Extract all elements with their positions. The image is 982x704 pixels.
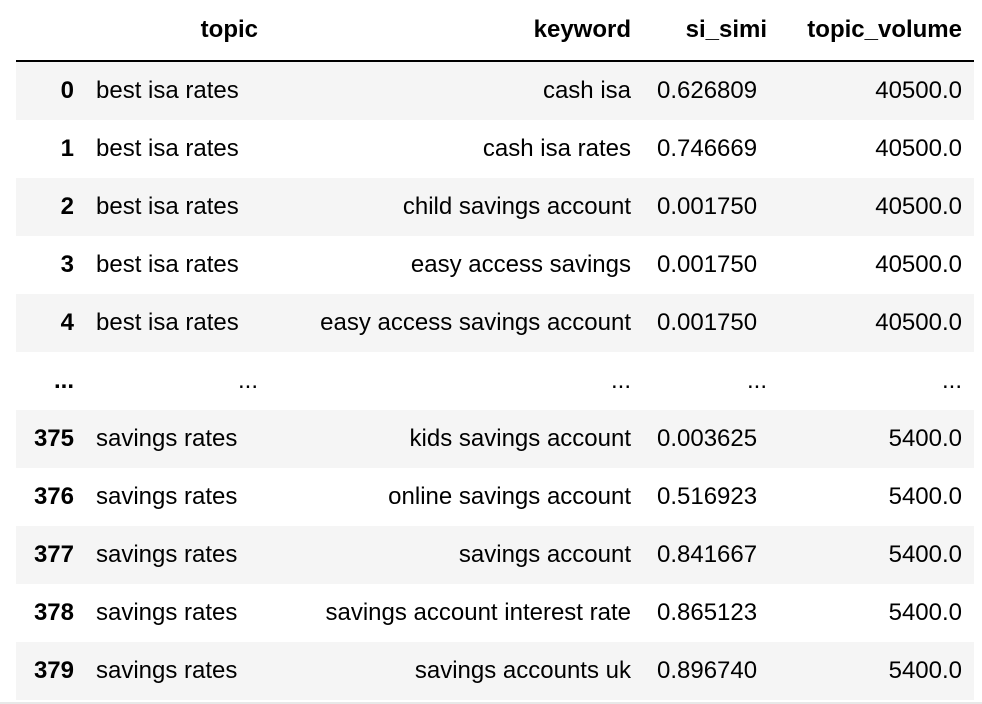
cell-keyword: savings account <box>458 541 631 568</box>
row-index: 379 <box>33 657 74 684</box>
row-index: 376 <box>33 483 74 510</box>
row-index: 2 <box>60 193 74 220</box>
table-row: 4 best isa rates easy access savings acc… <box>16 294 974 352</box>
cell-keyword: savings account interest rate <box>325 599 632 626</box>
cell-topic: best isa rates <box>96 251 239 278</box>
cell-keyword: child savings account <box>402 193 631 220</box>
dataframe-output: topic keyword si_simi topic_volume 0 bes… <box>16 0 974 700</box>
row-index: 0 <box>60 77 74 104</box>
cell-topic-volume: 5400.0 <box>888 483 962 510</box>
header-row: topic keyword si_simi topic_volume <box>16 0 974 62</box>
table-row: 375 savings rates kids savings account 0… <box>16 410 974 468</box>
table-header: topic keyword si_simi topic_volume <box>16 0 974 62</box>
cell-keyword: savings accounts uk <box>414 657 631 684</box>
header-keyword: keyword <box>270 0 643 62</box>
cell-si-simi: 0.896740 <box>657 657 758 684</box>
cell-keyword: online savings account <box>388 483 631 510</box>
header-si-simi: si_simi <box>643 0 779 62</box>
cell-si-simi: 0.865123 <box>657 599 758 626</box>
row-index-ellipsis: ... <box>53 367 74 394</box>
row-index: 4 <box>60 309 74 336</box>
table-body: 0 best isa rates cash isa 0.626809 40500… <box>16 61 974 700</box>
cell-topic-volume-ellipsis: ... <box>941 367 962 394</box>
table-row: 1 best isa rates cash isa rates 0.746669… <box>16 120 974 178</box>
cell-si-simi: 0.001750 <box>657 251 758 278</box>
cell-si-simi: 0.516923 <box>657 483 758 510</box>
cell-si-simi-ellipsis: ... <box>746 367 767 394</box>
cell-si-simi: 0.001750 <box>657 309 758 336</box>
cell-topic-volume: 5400.0 <box>888 657 962 684</box>
table-row: 3 best isa rates easy access savings 0.0… <box>16 236 974 294</box>
cell-si-simi: 0.001750 <box>657 193 758 220</box>
dataframe-table: topic keyword si_simi topic_volume 0 bes… <box>16 0 974 700</box>
cell-topic-volume: 40500.0 <box>875 193 962 220</box>
row-index: 377 <box>33 541 74 568</box>
row-index: 375 <box>33 425 74 452</box>
header-index <box>16 0 86 62</box>
cell-si-simi: 0.626809 <box>657 77 758 104</box>
cell-keyword-ellipsis: ... <box>610 367 631 394</box>
cell-topic: savings rates <box>96 541 238 568</box>
cell-topic: savings rates <box>96 425 238 452</box>
row-index: 1 <box>60 135 74 162</box>
cell-topic-volume: 40500.0 <box>875 309 962 336</box>
header-topic-volume: topic_volume <box>779 0 974 62</box>
cell-keyword: easy access savings account <box>320 309 631 336</box>
cell-topic-volume: 40500.0 <box>875 135 962 162</box>
cell-si-simi: 0.746669 <box>657 135 758 162</box>
cell-topic: savings rates <box>96 599 238 626</box>
row-index: 378 <box>33 599 74 626</box>
cell-keyword: cash isa <box>542 77 631 104</box>
cell-topic-volume: 40500.0 <box>875 251 962 278</box>
table-row: 2 best isa rates child savings account 0… <box>16 178 974 236</box>
cell-topic-volume: 5400.0 <box>888 599 962 626</box>
ellipsis-row: ... ... ... ... ... <box>16 352 974 410</box>
cell-topic-volume: 5400.0 <box>888 425 962 452</box>
header-topic: topic <box>86 0 270 62</box>
cell-keyword: easy access savings <box>410 251 631 278</box>
table-row: 0 best isa rates cash isa 0.626809 40500… <box>16 61 974 120</box>
cell-si-simi: 0.003625 <box>657 425 758 452</box>
table-row: 376 savings rates online savings account… <box>16 468 974 526</box>
cell-topic: best isa rates <box>96 193 239 220</box>
table-row: 377 savings rates savings account 0.8416… <box>16 526 974 584</box>
cell-topic: savings rates <box>96 483 238 510</box>
cell-si-simi: 0.841667 <box>657 541 758 568</box>
cell-topic: best isa rates <box>96 309 239 336</box>
row-index: 3 <box>60 251 74 278</box>
cell-topic-volume: 40500.0 <box>875 77 962 104</box>
cell-topic-volume: 5400.0 <box>888 541 962 568</box>
cell-topic: savings rates <box>96 657 238 684</box>
table-row: 378 savings rates savings account intere… <box>16 584 974 642</box>
cell-topic: best isa rates <box>96 135 239 162</box>
table-row: 379 savings rates savings accounts uk 0.… <box>16 642 974 700</box>
cell-topic: best isa rates <box>96 77 239 104</box>
cell-topic-ellipsis: ... <box>237 367 258 394</box>
cell-keyword: kids savings account <box>409 425 631 452</box>
cell-keyword: cash isa rates <box>482 135 631 162</box>
